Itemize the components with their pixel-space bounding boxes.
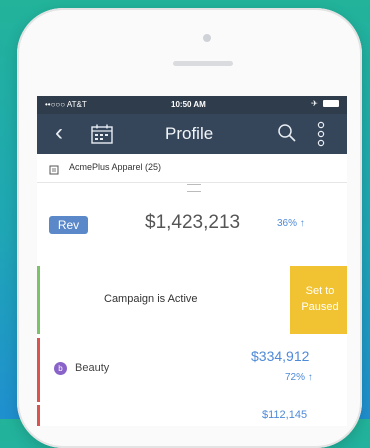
calendar-icon[interactable] bbox=[91, 124, 113, 149]
earpiece-speaker bbox=[173, 61, 233, 66]
category-row-next[interactable]: $112,145 bbox=[37, 405, 347, 426]
more-vertical-icon[interactable] bbox=[316, 121, 326, 152]
carrier-label: ••○○○ AT&T bbox=[45, 100, 87, 109]
battery-icon bbox=[323, 100, 339, 108]
category-percent: 72% ↑ bbox=[285, 372, 313, 383]
revenue-badge: Rev bbox=[49, 216, 88, 234]
revenue-amount: $1,423,213 bbox=[145, 212, 241, 233]
account-name: AcmePlus Apparel (25) bbox=[69, 162, 162, 172]
back-icon[interactable]: ‹ bbox=[55, 119, 63, 147]
status-indicators: ✈ bbox=[311, 99, 339, 108]
revenue-row[interactable]: Rev $1,423,213 36% ↑ bbox=[37, 192, 347, 256]
app-screen: ••○○○ AT&T 10:50 AM ✈ ‹ Profile AcmePlus… bbox=[37, 96, 347, 426]
document-icon bbox=[49, 162, 59, 180]
search-icon[interactable] bbox=[277, 123, 297, 148]
category-row-beauty[interactable]: b Beauty $334,912 72% ↑ bbox=[37, 338, 347, 402]
campaign-row[interactable]: Campaign is Active Set to Paused bbox=[37, 266, 347, 334]
set-to-paused-button[interactable]: Set to Paused bbox=[290, 266, 347, 334]
category-label: Beauty bbox=[75, 362, 110, 374]
category-amount: $334,912 bbox=[251, 348, 310, 364]
front-camera bbox=[203, 34, 211, 42]
nav-bar: ‹ Profile bbox=[37, 114, 347, 154]
status-bar: ••○○○ AT&T 10:50 AM ✈ bbox=[37, 96, 347, 114]
beauty-category-icon: b bbox=[54, 362, 67, 375]
account-row[interactable]: AcmePlus Apparel (25) bbox=[37, 154, 347, 183]
clock: 10:50 AM bbox=[171, 100, 206, 109]
category-amount: $112,145 bbox=[262, 409, 308, 421]
page-title: Profile bbox=[165, 124, 214, 143]
location-icon: ✈ bbox=[311, 99, 318, 108]
campaign-status: Campaign is Active bbox=[104, 293, 198, 305]
drag-handle[interactable] bbox=[187, 184, 201, 192]
revenue-percent: 36% ↑ bbox=[277, 218, 305, 229]
